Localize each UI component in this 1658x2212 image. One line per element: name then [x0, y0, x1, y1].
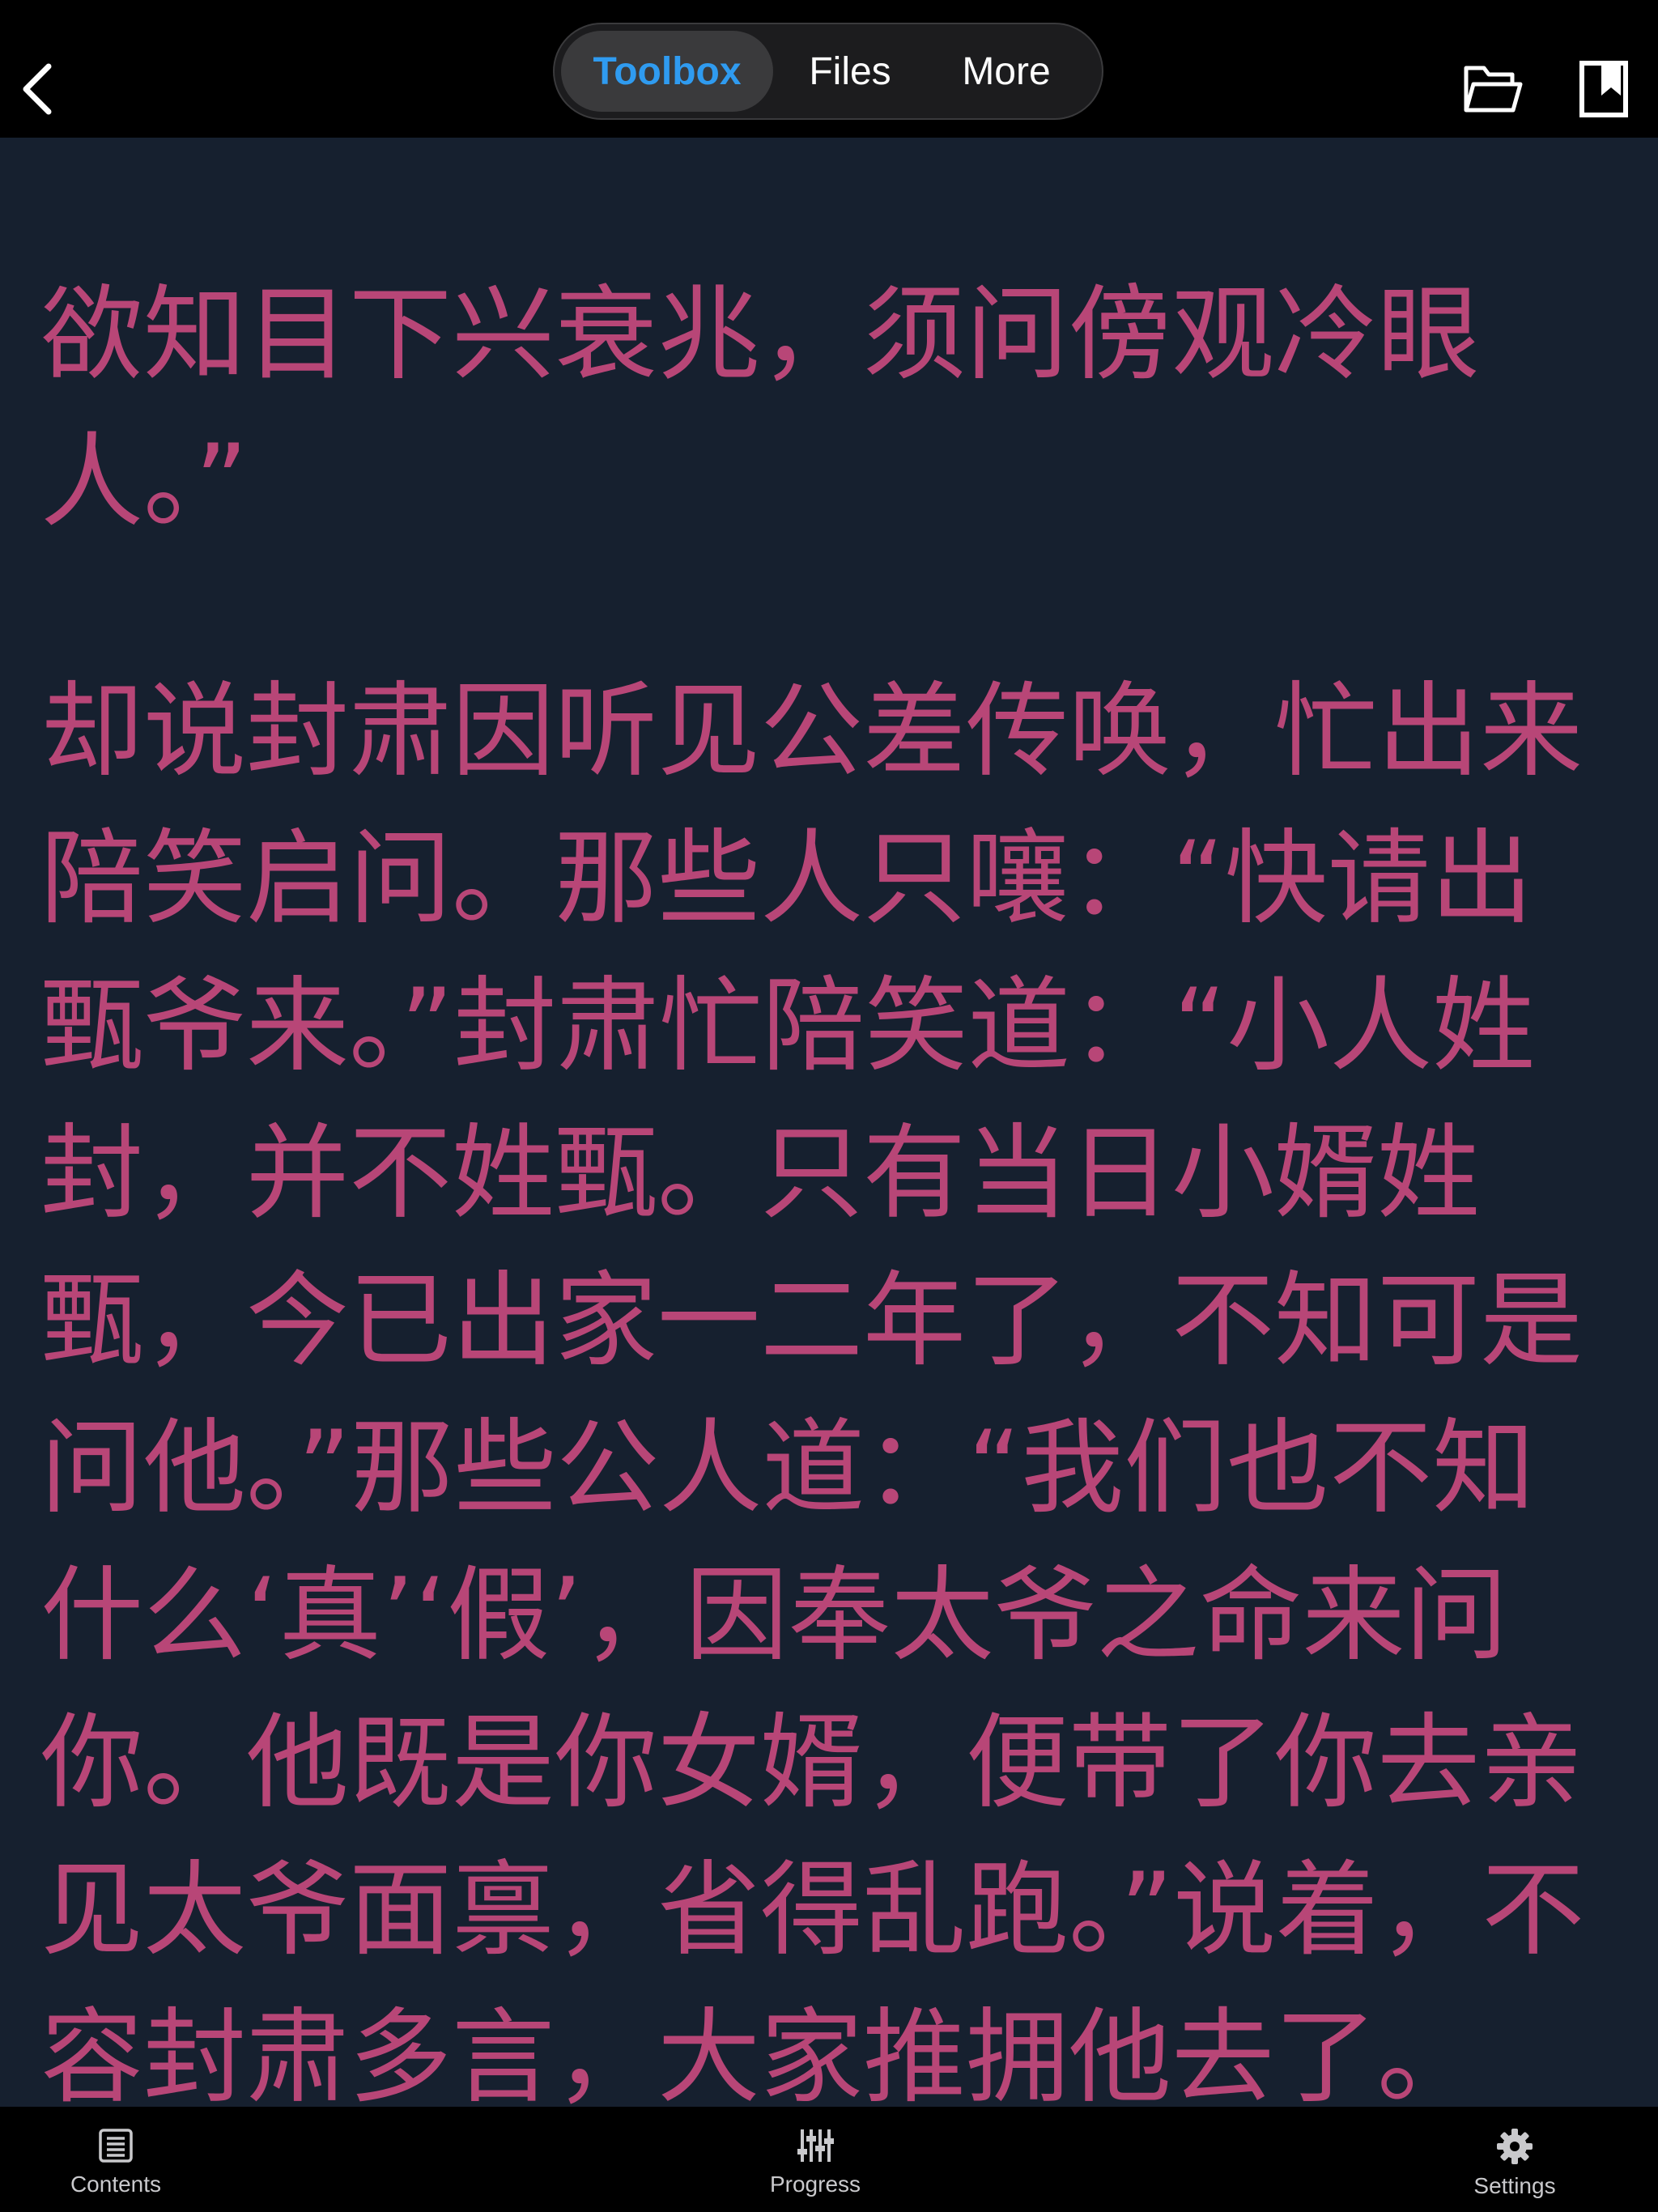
progress-button[interactable]: Progress: [718, 2107, 912, 2212]
paragraph: 只问这遥。: [40, 138, 1619, 159]
list-icon: [99, 2129, 133, 2163]
settings-label: Settings: [1473, 2173, 1556, 2198]
folder-icon: [1464, 66, 1523, 113]
sliders-icon: [797, 2129, 834, 2162]
progress-label: Progress: [769, 2172, 861, 2197]
reader-screen: Toolbox Files More 只问这遥。 欲知目下兴衰兆，须问傍观冷眼人…: [0, 0, 1658, 2212]
bookmark-button[interactable]: [1579, 60, 1629, 118]
paragraph: 却说封肃因听见公差传唤，忙出来陪笑启问。那些人只嚷：“快请出甄爷来。”封肃忙陪笑…: [40, 671, 1585, 2107]
paragraph: 欲知目下兴衰兆，须问傍观冷眼人。”: [40, 274, 1481, 542]
contents-label: Contents: [70, 2172, 162, 2197]
top-bar: Toolbox Files More: [0, 0, 1658, 138]
tab-files[interactable]: Files: [773, 31, 927, 112]
reading-area[interactable]: 只问这遥。 欲知目下兴衰兆，须问傍观冷眼人。” 却说封肃因听见公差传唤，忙出来陪…: [0, 138, 1658, 2107]
settings-button[interactable]: Settings: [1418, 2107, 1612, 2212]
tab-more[interactable]: More: [927, 31, 1086, 112]
bottom-bar: Contents Progress Settings: [0, 2107, 1658, 2212]
book-text: 只问这遥。 欲知目下兴衰兆，须问傍观冷眼人。” 却说封肃因听见公差传唤，忙出来陪…: [40, 138, 1619, 2107]
contents-button[interactable]: Contents: [19, 2107, 213, 2212]
bookmark-icon: [1579, 61, 1628, 117]
top-segmented-control: Toolbox Files More: [553, 23, 1103, 120]
gear-icon: [1497, 2129, 1533, 2164]
folder-button[interactable]: [1462, 60, 1524, 117]
back-button[interactable]: [11, 53, 63, 125]
tab-toolbox[interactable]: Toolbox: [561, 31, 773, 112]
chevron-left-icon: [23, 63, 52, 115]
